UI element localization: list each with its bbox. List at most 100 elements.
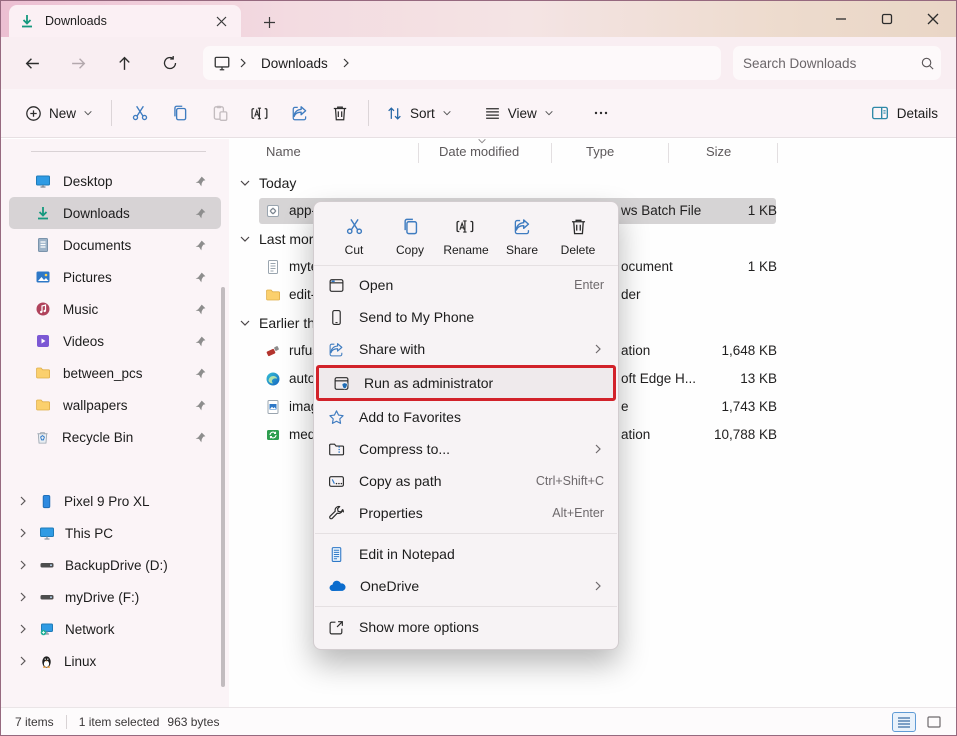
share-button[interactable]	[280, 96, 320, 130]
forward-button[interactable]	[61, 48, 95, 78]
sidebar-item-label: wallpapers	[63, 398, 128, 413]
selection-size: 963 bytes	[167, 715, 219, 729]
menu-divider	[315, 606, 617, 607]
folder-icon	[35, 365, 51, 381]
minimize-button[interactable]	[818, 1, 864, 37]
menu-item-add-to-favorites[interactable]: Add to Favorites	[314, 401, 618, 433]
column-divider[interactable]	[418, 143, 419, 163]
chevron-down-icon	[239, 177, 251, 189]
group-header-today[interactable]: Today	[229, 169, 956, 197]
view-button[interactable]: View	[475, 99, 563, 128]
file-type: der	[621, 287, 641, 302]
details-pane-button[interactable]: Details	[871, 104, 938, 122]
ellipsis-icon	[593, 105, 609, 121]
column-header-size[interactable]: Size	[706, 144, 731, 159]
menu-item-compress-to[interactable]: Compress to...	[314, 433, 618, 465]
menu-item-open[interactable]: Open Enter	[314, 269, 618, 301]
delete-button[interactable]	[320, 96, 360, 130]
sidebar-divider	[31, 151, 206, 152]
back-button[interactable]	[15, 48, 49, 78]
breadcrumb[interactable]: Downloads	[255, 56, 334, 71]
this-pc-icon	[39, 525, 55, 541]
group-label: Earlier th	[259, 315, 315, 331]
menu-item-send-to-phone[interactable]: Send to My Phone	[314, 301, 618, 333]
copy-button[interactable]	[160, 96, 200, 130]
tab-close-button[interactable]	[211, 11, 231, 31]
sidebar-item-mydrive[interactable]: myDrive (F:)	[9, 581, 221, 613]
star-icon	[328, 409, 345, 426]
context-cut-button[interactable]: Cut	[328, 213, 380, 257]
context-rename-button[interactable]: Rename	[440, 213, 492, 257]
sort-button[interactable]: Sort	[377, 99, 461, 128]
menu-item-edit-in-notepad[interactable]: Edit in Notepad	[314, 538, 618, 570]
run-as-administrator-highlight: Run as administrator	[316, 365, 616, 401]
menu-item-onedrive[interactable]: OneDrive	[314, 570, 618, 602]
minimize-icon	[835, 13, 847, 25]
search-box[interactable]	[733, 46, 941, 80]
explorer-tab-downloads[interactable]: Downloads	[9, 5, 241, 37]
sidebar-item-documents[interactable]: Documents	[9, 229, 221, 261]
chevron-right-icon	[17, 655, 29, 667]
menu-item-properties[interactable]: Properties Alt+Enter	[314, 497, 618, 529]
maximize-button[interactable]	[864, 1, 910, 37]
sidebar-item-between-pcs[interactable]: between_pcs	[9, 357, 221, 389]
quick-action-label: Rename	[443, 243, 488, 257]
up-button[interactable]	[107, 48, 141, 78]
new-tab-button[interactable]	[257, 11, 281, 33]
menu-item-show-more-options[interactable]: Show more options	[314, 611, 618, 643]
column-divider[interactable]	[668, 143, 669, 163]
sidebar-item-network[interactable]: Network	[9, 613, 221, 645]
sidebar-scrollbar[interactable]	[221, 287, 225, 687]
sidebar-item-pictures[interactable]: Pictures	[9, 261, 221, 293]
column-divider[interactable]	[777, 143, 778, 163]
onedrive-cloud-icon	[328, 578, 346, 595]
sidebar-item-backupdrive[interactable]: BackupDrive (D:)	[9, 549, 221, 581]
sidebar-item-pixel-phone[interactable]: Pixel 9 Pro XL	[9, 485, 221, 517]
pinned-folders: Desktop Downloads Documents Pictures Mus	[1, 165, 229, 453]
context-delete-button[interactable]: Delete	[552, 213, 604, 257]
image-file-icon	[265, 399, 281, 415]
chevron-down-icon	[544, 108, 554, 118]
menu-item-run-as-administrator[interactable]: Run as administrator	[319, 368, 613, 398]
chevron-right-icon[interactable]	[340, 57, 352, 69]
column-header-date-modified[interactable]: Date modified	[439, 144, 519, 159]
menu-item-share-with[interactable]: Share with	[314, 333, 618, 365]
refresh-button[interactable]	[153, 48, 187, 78]
batch-file-icon	[265, 203, 281, 219]
context-share-button[interactable]: Share	[496, 213, 548, 257]
sidebar-item-videos[interactable]: Videos	[9, 325, 221, 357]
pin-icon	[194, 431, 207, 444]
sidebar-item-desktop[interactable]: Desktop	[9, 165, 221, 197]
paste-button[interactable]	[200, 96, 240, 130]
more-options-button[interactable]	[581, 96, 621, 130]
sidebar-item-wallpapers[interactable]: wallpapers	[9, 389, 221, 421]
rename-button[interactable]	[240, 96, 280, 130]
chevron-down-icon	[83, 108, 93, 118]
details-view-toggle[interactable]	[892, 712, 916, 732]
large-icons-view-toggle[interactable]	[922, 712, 946, 732]
file-size: 10,788 KB	[629, 427, 777, 442]
sidebar-item-music[interactable]: Music	[9, 293, 221, 325]
close-button[interactable]	[910, 1, 956, 37]
this-pc-icon	[213, 54, 231, 72]
menu-item-copy-as-path[interactable]: Copy as path Ctrl+Shift+C	[314, 465, 618, 497]
address-bar[interactable]: Downloads	[203, 46, 721, 80]
sidebar-item-this-pc[interactable]: This PC	[9, 517, 221, 549]
file-type: e	[621, 399, 629, 414]
menu-divider	[315, 533, 617, 534]
search-input[interactable]	[743, 56, 920, 71]
new-button[interactable]: New	[15, 99, 103, 128]
pin-icon	[194, 271, 207, 284]
share-icon	[291, 104, 309, 122]
share-icon	[328, 341, 345, 358]
context-copy-button[interactable]: Copy	[384, 213, 436, 257]
view-toggles	[892, 712, 946, 732]
column-header-name[interactable]: Name	[266, 144, 301, 159]
sidebar-item-recycle-bin[interactable]: Recycle Bin	[9, 421, 221, 453]
column-divider[interactable]	[551, 143, 552, 163]
sidebar-item-downloads[interactable]: Downloads	[9, 197, 221, 229]
column-header-type[interactable]: Type	[586, 144, 614, 159]
sidebar-item-linux[interactable]: Linux	[9, 645, 221, 677]
chevron-right-icon	[17, 591, 29, 603]
cut-button[interactable]	[120, 96, 160, 130]
